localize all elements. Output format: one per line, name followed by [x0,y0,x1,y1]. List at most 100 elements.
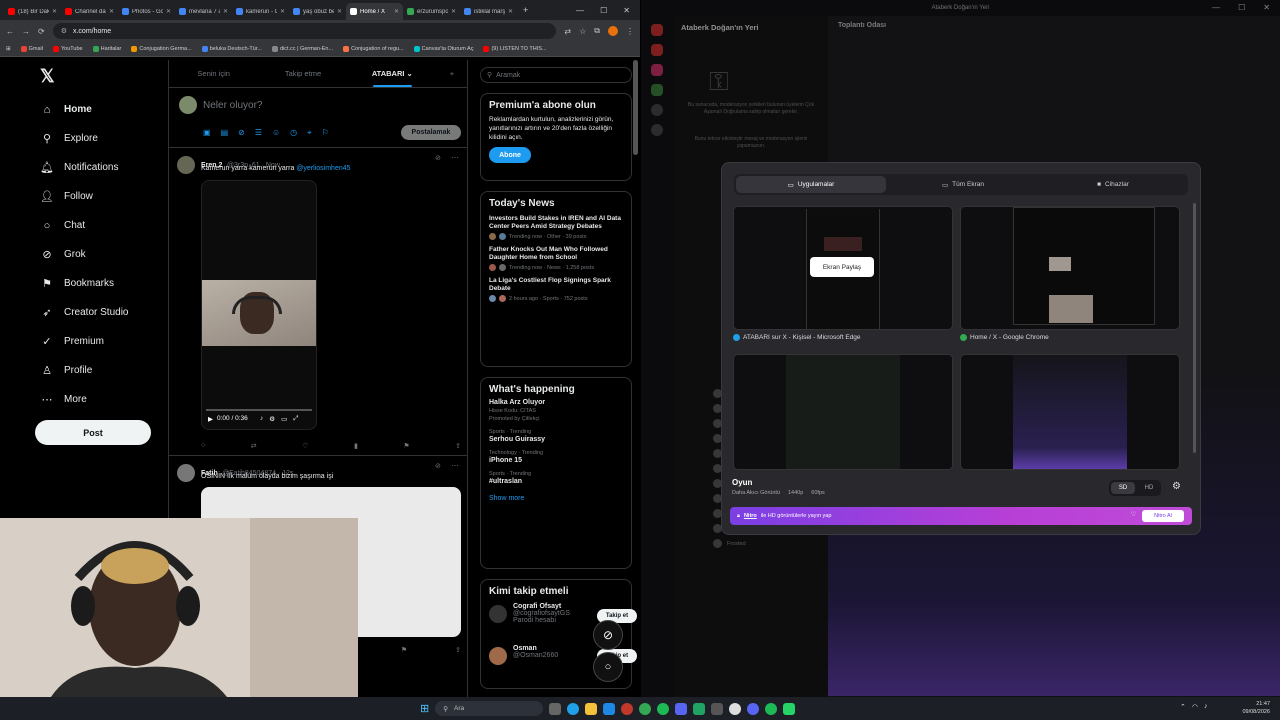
bookmark-item[interactable]: (9) LISTEN TO THIS... [483,46,546,52]
minimize-icon[interactable]: — [576,6,584,15]
nav-item-creator-studio[interactable]: ➶ Creator Studio [30,298,170,327]
wifi-icon[interactable]: ◠ [1192,703,1198,711]
bookmark-item[interactable]: YouTube [52,46,83,52]
reply-icon[interactable]: ○ [201,442,205,450]
bookmark-item[interactable]: dict.cc | German-En... [271,46,333,52]
close-tab-icon[interactable]: ✕ [394,8,399,15]
messages-floating-icon[interactable]: ○ [593,652,623,682]
app-icon[interactable] [675,702,688,715]
location-icon[interactable]: ⌖ [307,128,312,138]
clock[interactable]: 21:47 09/08/2026 [1242,700,1270,716]
video-progress[interactable] [206,409,312,411]
close-tab-icon[interactable]: ✕ [166,8,171,15]
nav-item-follow[interactable]: 👤︎ Follow [30,182,170,211]
bookmark-item[interactable]: Conjugation Germa... [131,46,192,52]
gear-icon[interactable]: ⚙ [1172,481,1181,492]
tweet-mention[interactable]: @yerliosimhen45 [296,165,350,172]
bookmark-item[interactable]: Haritalar [92,46,121,52]
close-tab-icon[interactable]: ✕ [337,8,342,15]
grok-tweet-icon[interactable]: ⊘ [435,154,441,162]
add-tab-icon[interactable]: + [437,60,467,87]
tab-applications[interactable]: ▭ Uygulamalar [736,176,886,193]
discord-icon[interactable] [747,702,760,715]
maximize-icon[interactable]: ☐ [600,6,607,15]
close-tab-icon[interactable]: ✕ [508,8,513,15]
translate-icon[interactable]: ⇄ [564,27,571,36]
browser-tab[interactable]: Photos - Goo✕ [118,3,175,20]
compose-input[interactable]: Neler oluyor? [203,100,262,111]
reload-icon[interactable]: ⟳ [38,27,45,36]
apps-icon[interactable]: ⊞ [6,46,11,52]
flag-icon[interactable]: ⚐ [322,128,329,138]
stream-fps[interactable]: 60fps [811,490,824,496]
tweet-video[interactable]: ▶ 0:00 / 0:36 ♪ ⚙ ▭ ⤢ [201,180,317,430]
bookmark-item[interactable]: Canvas'ta Oturum Aç [413,46,473,52]
modal-scrollbar[interactable] [1193,203,1196,453]
trend-item[interactable]: Sports · Trending #ultraslan [489,471,623,485]
window-thumbnail[interactable] [960,354,1180,470]
browser-tab[interactable]: yaş obuz bes✕ [289,3,346,20]
site-info-icon[interactable]: ⚙ [61,27,67,35]
nav-item-premium[interactable]: ✓ Premium [30,327,170,356]
browser-tab[interactable]: (18) Bir Dakika✕ [4,3,61,20]
task-view-icon[interactable] [549,702,562,715]
emoji-icon[interactable]: ☺ [272,128,280,138]
extensions-icon[interactable]: ⧉ [594,26,600,36]
pip-icon[interactable]: ▭ [281,415,287,423]
post-button[interactable]: Post [35,420,151,445]
window-thumbnail[interactable] [733,354,953,470]
close-tab-icon[interactable]: ✕ [52,8,57,15]
forward-icon[interactable]: → [22,27,30,36]
gif-icon[interactable]: ▤ [221,128,229,138]
schedule-icon[interactable]: ◷ [290,128,297,138]
grok-floating-icon[interactable]: ⊘ [593,620,623,650]
share-icon[interactable]: ⇪ [455,646,461,654]
bookmark-item[interactable]: Gmail [20,46,43,52]
share-screen-button[interactable]: Ekran Paylaş [810,257,874,277]
nav-item-chat[interactable]: ○ Chat [30,211,170,240]
poll-icon[interactable]: ☰ [255,128,262,138]
browser-tab[interactable]: istiklal marşı ✕ [460,3,517,20]
whatsapp-icon[interactable] [783,702,796,715]
excel-icon[interactable] [693,702,706,715]
play-icon[interactable]: ▶ [208,415,213,423]
tweet-more-icon[interactable]: ⋯ [451,153,459,162]
nav-item-more[interactable]: ⋯ More [30,385,170,414]
grok-tweet-icon[interactable]: ⊘ [435,462,441,470]
chevron-up-icon[interactable]: ⌃ [1180,703,1186,711]
tab-for-you[interactable]: Senin için [169,60,258,87]
app-icon[interactable] [711,702,724,715]
nav-item-grok[interactable]: ⊘ Grok [30,240,170,269]
bookmark-tweet-icon[interactable]: ⚑ [401,646,407,654]
bookmark-item[interactable]: beluka Deutsch-Tür... [201,46,262,52]
close-tab-icon[interactable]: ✕ [280,8,285,15]
image-icon[interactable]: ▣ [203,128,211,138]
browser-tab[interactable]: kamerun - Go✕ [232,3,289,20]
heart-icon[interactable]: ♡ [1131,511,1136,518]
x-logo[interactable]: 𝕏 [40,66,170,87]
compose-submit-button[interactable]: Postalamak [401,125,461,140]
trend-item[interactable]: Halka Arz Oluyor Hisse Kodu: CITAS Promo… [489,399,623,422]
window-thumbnail[interactable] [960,206,1180,330]
opera-icon[interactable] [621,702,634,715]
like-icon[interactable]: ♡ [302,442,308,450]
bookmark-star-icon[interactable]: ☆ [579,27,586,36]
taskbar-search[interactable]: ⚲ Ara [435,701,544,716]
browser-tab[interactable]: mevlana 7 ayl✕ [175,3,232,20]
news-item[interactable]: Father Knocks Out Man Who Followed Daugh… [489,246,623,271]
page-scrollbar[interactable] [633,60,638,155]
repost-icon[interactable]: ⇄ [251,442,257,450]
address-bar[interactable]: ⚙ x.com/home [52,23,557,39]
settings-icon[interactable]: ⚙ [269,415,275,423]
spotify-icon[interactable] [657,702,670,715]
mail-icon[interactable] [603,702,616,715]
stream-resolution[interactable]: 1440p [788,490,803,496]
views-icon[interactable]: ▮ [354,442,358,450]
close-icon[interactable]: ✕ [623,6,630,15]
mute-icon[interactable]: ♪ [260,415,263,423]
browser-tab[interactable]: erzurumspor ✕ [403,3,460,20]
start-icon[interactable]: ⊞ [420,702,429,715]
nav-item-explore[interactable]: ⚲ Explore [30,124,170,153]
quality-sd[interactable]: SD [1111,482,1135,494]
bookmark-tweet-icon[interactable]: ⚑ [403,442,409,450]
